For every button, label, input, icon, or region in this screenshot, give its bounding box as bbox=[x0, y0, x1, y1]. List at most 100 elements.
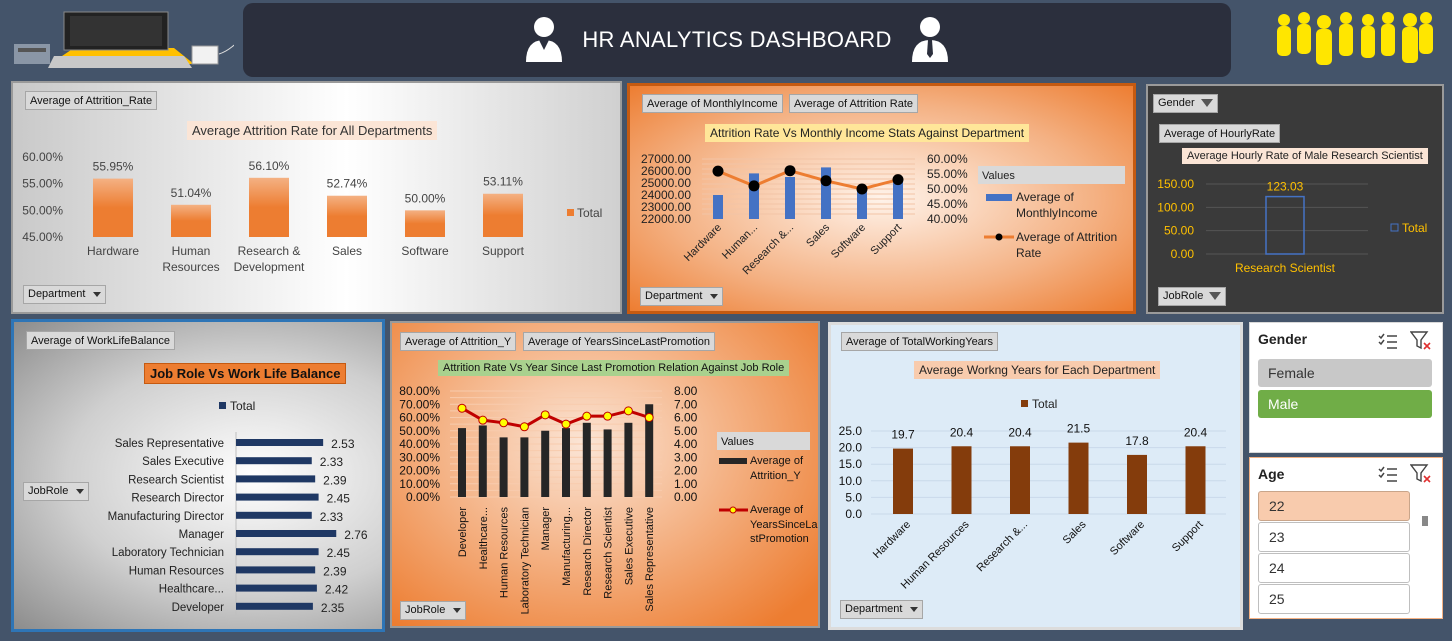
x-tick-label: Research Scientist bbox=[1235, 261, 1336, 275]
y-right-tick-label: 2.00 bbox=[674, 464, 698, 478]
legend-marker bbox=[219, 402, 226, 409]
department-filter-dropdown[interactable]: Department bbox=[23, 285, 107, 304]
attrition-promotion-chart: 80.00%70.00%60.00%50.00%40.00%30.00%20.0… bbox=[399, 384, 818, 614]
clear-filter-icon[interactable] bbox=[1409, 464, 1432, 489]
y-tick-label: 0.0 bbox=[845, 507, 862, 521]
legend-label: Total bbox=[577, 206, 602, 220]
y-tick-label: 45.00% bbox=[22, 230, 63, 244]
page-title: HR ANALYTICS DASHBOARD bbox=[582, 27, 892, 52]
line-point bbox=[892, 174, 904, 186]
data-label: 20.4 bbox=[1008, 425, 1032, 439]
x-tick-label: Research &... bbox=[975, 519, 1031, 575]
data-label: 2.39 bbox=[323, 473, 347, 487]
male-user-icon bbox=[910, 14, 950, 67]
legend-label: MonthlyIncome bbox=[1016, 206, 1098, 220]
income-attrition-panel: Average of MonthlyIncome Average of Attr… bbox=[627, 83, 1136, 314]
bar bbox=[236, 493, 319, 501]
bar bbox=[749, 173, 759, 219]
data-label: 19.7 bbox=[891, 428, 915, 442]
x-tick-label: Sales bbox=[1061, 518, 1089, 546]
data-label: 2.45 bbox=[327, 492, 351, 506]
line-point bbox=[623, 406, 633, 416]
slicer-item-age-25[interactable]: 25 bbox=[1258, 584, 1410, 614]
bar bbox=[582, 422, 591, 497]
department-filter-dropdown[interactable]: Department bbox=[840, 600, 924, 619]
legend-marker bbox=[1021, 400, 1028, 407]
x-tick-label: Research & bbox=[238, 244, 301, 258]
x-tick-label: Human bbox=[172, 244, 211, 258]
slicer-title: Age bbox=[1258, 466, 1285, 482]
clear-filter-icon[interactable] bbox=[1409, 331, 1432, 356]
data-label: 52.74% bbox=[327, 177, 368, 191]
data-label: 2.45 bbox=[327, 546, 351, 560]
x-tick-label: Software bbox=[401, 244, 449, 258]
data-label: 20.4 bbox=[950, 425, 974, 439]
people-group-icon bbox=[1270, 8, 1440, 74]
bar bbox=[1127, 454, 1147, 514]
y-right-tick-label: 8.00 bbox=[674, 384, 698, 398]
x-tick-label: Developer bbox=[457, 507, 469, 557]
slicer-item-age-24[interactable]: 24 bbox=[1258, 553, 1410, 583]
slicer-scrollbar[interactable] bbox=[1422, 516, 1428, 526]
bar bbox=[1265, 195, 1305, 255]
x-tick-label: Human Resources bbox=[499, 507, 511, 599]
x-tick-label: Support bbox=[482, 244, 525, 258]
x-tick-label: Sales Representative bbox=[644, 507, 656, 612]
y-right-tick-label: 45.00% bbox=[927, 197, 968, 211]
y-right-tick-label: 1.00 bbox=[674, 477, 698, 491]
legend-label: Total bbox=[1402, 221, 1427, 235]
bar bbox=[785, 177, 795, 219]
multi-select-icon[interactable] bbox=[1378, 332, 1398, 355]
data-label: 56.10% bbox=[249, 159, 290, 173]
x-tick-label: Software bbox=[1108, 519, 1147, 558]
x-tick-label: Resources bbox=[162, 260, 219, 274]
dashboard-header: HR ANALYTICS DASHBOARD bbox=[243, 3, 1231, 77]
legend-label: Average of bbox=[750, 504, 804, 516]
slicer-item-female[interactable]: Female bbox=[1258, 359, 1432, 387]
line-point bbox=[784, 165, 796, 177]
x-tick-label: Sales bbox=[332, 244, 362, 258]
data-label: 2.33 bbox=[320, 510, 344, 524]
bar bbox=[236, 566, 316, 574]
line-point bbox=[540, 410, 550, 420]
data-label: 17.8 bbox=[1125, 434, 1149, 448]
multi-select-icon[interactable] bbox=[1378, 465, 1398, 488]
legend-label: Average of bbox=[1016, 190, 1074, 204]
y-left-tick-label: 70.00% bbox=[399, 397, 440, 411]
legend-label: stPromotion bbox=[750, 533, 809, 545]
y-tick-label: 50.00% bbox=[22, 203, 63, 217]
female-user-icon bbox=[524, 14, 564, 67]
jobrole-filter-dropdown[interactable]: JobRole bbox=[23, 482, 90, 501]
line-point bbox=[561, 419, 571, 429]
x-tick-label: Sales Executive bbox=[623, 507, 635, 585]
bar bbox=[236, 548, 319, 556]
bar bbox=[951, 446, 972, 514]
y-tick-label: Laboratory Technician bbox=[112, 547, 224, 559]
bar bbox=[236, 439, 324, 446]
x-tick-label: Hardware bbox=[871, 519, 913, 561]
x-tick-label: Manager bbox=[540, 507, 552, 551]
jobrole-row-dropdown[interactable]: JobRole bbox=[1158, 287, 1227, 306]
legend-marker bbox=[1390, 223, 1399, 232]
slicer-item-male[interactable]: Male bbox=[1258, 390, 1432, 418]
legend-marker bbox=[986, 194, 1012, 201]
y-left-tick-label: 60.00% bbox=[399, 411, 440, 425]
jobrole-filter-dropdown[interactable]: JobRole bbox=[400, 601, 467, 620]
slicer-item-age-23[interactable]: 23 bbox=[1258, 522, 1410, 552]
slicer-item-age-22[interactable]: 22 bbox=[1258, 491, 1410, 521]
line-point bbox=[457, 403, 467, 413]
department-filter-dropdown[interactable]: Department bbox=[640, 287, 724, 306]
line-point bbox=[644, 413, 654, 422]
bar bbox=[893, 181, 903, 219]
line-point bbox=[582, 411, 592, 421]
y-right-tick-label: 50.00% bbox=[927, 182, 968, 196]
line-point bbox=[712, 165, 724, 177]
legend-marker bbox=[719, 458, 747, 464]
y-right-tick-label: 4.00 bbox=[674, 437, 698, 451]
y-right-tick-label: 5.00 bbox=[674, 424, 698, 438]
y-left-tick-label: 50.00% bbox=[399, 424, 440, 438]
legend-label: Total bbox=[230, 399, 255, 413]
filter-icon bbox=[1209, 292, 1222, 301]
y-tick-label: 60.00% bbox=[22, 150, 63, 164]
y-tick-label: 15.0 bbox=[839, 457, 863, 471]
